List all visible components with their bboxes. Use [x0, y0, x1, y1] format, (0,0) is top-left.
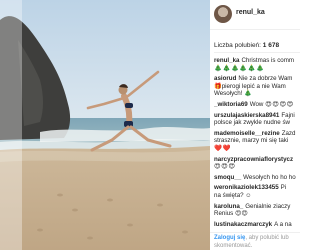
comment-item: weronikaziolek133455 Pi na święta? ☺ — [214, 184, 300, 199]
comment-item: karoluna_ Genialnie ziaczy Renius 😍😍 — [214, 203, 300, 218]
heart-eyes-icon: 😍 — [279, 100, 287, 108]
comment-username[interactable]: weronikaziolek133455 — [214, 184, 279, 191]
post-header: renul_ka — [210, 0, 300, 30]
login-prompt: Zaloguj się, aby polubić lub skomentować… — [210, 232, 300, 250]
comment-item: _wiktoria69 Wow 😍😍😍😍 — [214, 101, 300, 109]
comment-item: narcyzpracowniaflorystycz 😍😍😍 — [214, 156, 300, 171]
login-prompt-text: , aby polubić lub — [245, 235, 289, 241]
heart-eyes-icon: 😍 — [286, 100, 294, 108]
heart-eyes-emoji-row: 😍😍😍 — [214, 163, 236, 170]
avatar[interactable] — [214, 5, 232, 23]
comment-item: lustinakaczmarczyk A a na — [214, 221, 300, 229]
post-side-panel: renul_ka Liczba polubień: 1 678 renul_ka… — [210, 0, 300, 250]
divider — [214, 52, 300, 53]
likes-label: Liczba polubień: — [214, 42, 261, 49]
comment-text: Pi — [280, 184, 287, 192]
comment-text-line: pierogi lepić a nie Wam — [221, 82, 286, 90]
photo-left-edge — [0, 0, 22, 250]
post-author-username[interactable]: renul_ka — [236, 9, 265, 16]
comment-item: smoqu__ Wesołych ho ho ho — [214, 174, 300, 182]
comment-text: Christmas is comm — [241, 57, 295, 64]
tree-icon: 🎄 — [256, 64, 265, 72]
login-link[interactable]: Zaloguj się — [214, 235, 245, 241]
comment-text: Wow — [249, 100, 264, 108]
beach-photo-illustration — [0, 0, 210, 250]
heart-icon: ❤️ — [222, 144, 231, 152]
comment-text: Zazd — [281, 129, 296, 137]
comment-text-line: polsce jak zwykle nudne św — [214, 119, 291, 127]
tree-icon: 🎄 — [239, 64, 248, 72]
comment-item: mademoiselle__rezine Zazd strasznie, marz… — [214, 130, 300, 153]
comment-item: asiorud Nie za dobrze Wam 🎁pierogi lepić … — [214, 75, 300, 98]
tree-icon: 🎄 — [222, 64, 231, 72]
comment-text-line: strasznie, marzy mi się taki — [214, 137, 289, 145]
comment-text-line: Wesołych! 🎄 — [214, 90, 252, 98]
tree-emoji-row: 🎄🎄🎄🎄🎄🎄 — [214, 65, 300, 73]
login-prompt-line1: Zaloguj się, aby polubić lub — [214, 235, 289, 241]
likes-count[interactable]: Liczba polubień: 1 678 — [214, 42, 279, 49]
comment-item: urszulajaskierska8941 Fajni polsce jak zw… — [214, 112, 300, 127]
comment-username[interactable]: _wiktoria69 — [214, 101, 248, 108]
comment-text: Genialnie ziaczy — [245, 202, 291, 210]
login-prompt-line2: skomentować. — [214, 243, 253, 249]
comment-text: A a na — [274, 220, 292, 228]
heart-eyes-icon: 😍 — [228, 163, 236, 171]
heart-eyes-emoji-row: 😍😍😍😍 — [265, 101, 294, 108]
comment-username[interactable]: asiorud — [214, 75, 236, 82]
comments-list: renul_ka Christmas is comm 🎄🎄🎄🎄🎄🎄 asiorud… — [214, 57, 300, 231]
comment-item: renul_ka Christmas is comm 🎄🎄🎄🎄🎄🎄 — [214, 57, 300, 72]
likes-number: 1 678 — [262, 42, 280, 49]
comment-username[interactable]: narcyzpracowniaflorystycz — [214, 156, 293, 163]
comment-text-line: na święta? ☺ — [214, 191, 252, 199]
comment-username[interactable]: karoluna_ — [214, 203, 243, 210]
comment-text: Fajni — [281, 111, 295, 119]
comment-username[interactable]: renul_ka — [214, 57, 239, 64]
comment-text-line: Renius 😍😍 — [214, 210, 248, 218]
gift-icon: 🎁 — [214, 82, 222, 90]
comment-username[interactable]: lustinakaczmarczyk — [214, 221, 272, 228]
comment-username[interactable]: urszulajaskierska8941 — [214, 112, 279, 119]
comment-text: Nie za dobrze Wam — [238, 75, 293, 83]
comment-text: Wesołych ho ho ho — [243, 173, 296, 181]
post-photo[interactable] — [0, 0, 210, 250]
heart-emoji-row: ❤️❤️ — [214, 145, 231, 152]
comment-username[interactable]: mademoiselle__rezine — [214, 130, 280, 137]
comment-username[interactable]: smoqu__ — [214, 174, 241, 181]
